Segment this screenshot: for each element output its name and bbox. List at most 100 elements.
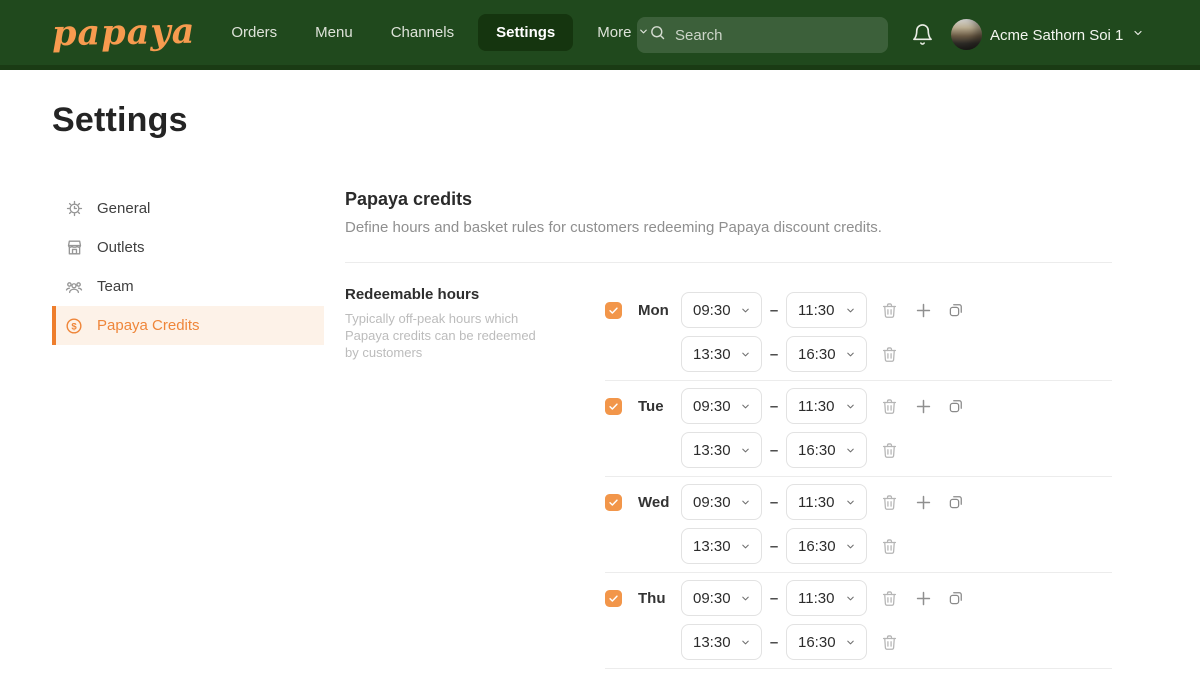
trash-icon (880, 589, 899, 608)
day-divider (605, 572, 1112, 573)
start-time-select[interactable]: 13:30 (681, 336, 762, 372)
time-value: 16:30 (798, 538, 836, 555)
main-nav: Orders Menu Channels Settings More (231, 14, 649, 51)
add-slot-button[interactable] (914, 397, 933, 416)
start-time-select[interactable]: 09:30 (681, 580, 762, 616)
delete-slot-button[interactable] (880, 589, 899, 608)
chevron-down-icon (740, 305, 751, 316)
end-time-select[interactable]: 16:30 (786, 528, 867, 564)
start-time-select[interactable]: 13:30 (681, 528, 762, 564)
end-time-select[interactable]: 11:30 (786, 388, 867, 424)
start-time-select[interactable]: 09:30 (681, 484, 762, 520)
chevron-down-icon (845, 541, 856, 552)
end-time-select[interactable]: 16:30 (786, 336, 867, 372)
chevron-down-icon (740, 401, 751, 412)
copy-day-button[interactable] (947, 493, 965, 511)
time-value: 09:30 (693, 398, 731, 415)
nav-item-orders[interactable]: Orders (231, 24, 277, 41)
top-navbar: papaya Orders Menu Channels Settings Mor… (0, 0, 1200, 70)
end-time-select[interactable]: 11:30 (786, 580, 867, 616)
delete-slot-button[interactable] (880, 345, 899, 364)
account-name: Acme Sathorn Soi 1 (990, 27, 1123, 44)
add-slot-button[interactable] (914, 301, 933, 320)
copy-day-button[interactable] (947, 301, 965, 319)
chevron-down-icon (845, 445, 856, 456)
day-checkbox[interactable] (605, 302, 622, 319)
delete-slot-button[interactable] (880, 633, 899, 652)
trash-icon (880, 537, 899, 556)
time-value: 09:30 (693, 302, 731, 319)
time-slot-row: Thu09:30–11:30 (605, 580, 1112, 616)
time-value: 11:30 (798, 494, 834, 511)
delete-slot-button[interactable] (880, 441, 899, 460)
time-value: 11:30 (798, 398, 834, 415)
range-separator: – (762, 442, 786, 459)
time-value: 13:30 (693, 442, 731, 459)
settings-sidebar: General Outlets Team $ (52, 189, 324, 345)
time-slot-row: 13:30 –16:30 (605, 432, 1112, 468)
nav-item-settings[interactable]: Settings (478, 14, 573, 51)
sidebar-item-papaya-credits[interactable]: $ Papaya Credits (52, 306, 324, 345)
end-time-select[interactable]: 11:30 (786, 484, 867, 520)
copy-day-button[interactable] (947, 589, 965, 607)
search-icon (649, 24, 666, 46)
day-checkbox[interactable] (605, 494, 622, 511)
dollar-coin-icon: $ (64, 316, 84, 336)
copy-icon (947, 493, 965, 511)
redeemable-hours-rows: Mon09:30–11:3013:30–16:30Tue09:30–11:301… (605, 292, 1112, 676)
copy-icon (947, 589, 965, 607)
sidebar-item-general[interactable]: General (52, 189, 324, 228)
day-label: Thu (638, 590, 681, 607)
add-slot-button[interactable] (914, 589, 933, 608)
papaya-credits-panel: Papaya credits Define hours and basket r… (345, 189, 1112, 263)
delete-slot-button[interactable] (880, 537, 899, 556)
nav-item-menu[interactable]: Menu (315, 24, 353, 41)
start-time-select[interactable]: 09:30 (681, 292, 762, 328)
redeemable-hours-description: Typically off-peak hours which Papaya cr… (345, 310, 537, 361)
bell-icon[interactable] (911, 23, 934, 51)
copy-icon (947, 397, 965, 415)
account-menu[interactable]: Acme Sathorn Soi 1 (990, 0, 1144, 70)
time-slot-row: Wed 09:30 –11:30 (605, 484, 1112, 520)
day-label: Wed (638, 494, 681, 511)
content-divider (345, 262, 1112, 263)
start-time-select[interactable]: 13:30 (681, 624, 762, 660)
range-separator: – (762, 494, 786, 511)
range-separator: – (762, 634, 786, 651)
time-slot-row: 13:30 –16:30 (605, 624, 1112, 660)
end-time-select[interactable]: 16:30 (786, 432, 867, 468)
day-checkbox[interactable] (605, 590, 622, 607)
sidebar-item-outlets[interactable]: Outlets (52, 228, 324, 267)
add-slot-button[interactable] (914, 493, 933, 512)
sidebar-item-label: General (97, 200, 150, 217)
plus-icon (914, 301, 933, 320)
chevron-down-icon (740, 637, 751, 648)
search-input[interactable] (675, 27, 876, 44)
chevron-down-icon (740, 497, 751, 508)
range-separator: – (762, 346, 786, 363)
trash-icon (880, 493, 899, 512)
time-value: 13:30 (693, 634, 731, 651)
delete-slot-button[interactable] (880, 493, 899, 512)
day-group: Tue09:30–11:3013:30–16:30 (605, 388, 1112, 477)
search-box[interactable] (637, 17, 888, 53)
nav-item-more-label: More (597, 24, 631, 41)
chevron-down-icon (1132, 26, 1144, 44)
delete-slot-button[interactable] (880, 397, 899, 416)
time-slot-row: Mon09:30–11:30 (605, 292, 1112, 328)
papaya-logo[interactable]: papaya (52, 14, 196, 51)
chevron-down-icon (740, 593, 751, 604)
start-time-select[interactable]: 13:30 (681, 432, 762, 468)
time-value: 13:30 (693, 346, 731, 363)
day-checkbox[interactable] (605, 398, 622, 415)
plus-icon (914, 397, 933, 416)
end-time-select[interactable]: 16:30 (786, 624, 867, 660)
copy-day-button[interactable] (947, 397, 965, 415)
avatar[interactable] (951, 19, 982, 50)
nav-item-channels[interactable]: Channels (391, 24, 454, 41)
delete-slot-button[interactable] (880, 301, 899, 320)
start-time-select[interactable]: 09:30 (681, 388, 762, 424)
sidebar-item-team[interactable]: Team (52, 267, 324, 306)
end-time-select[interactable]: 11:30 (786, 292, 867, 328)
time-value: 09:30 (693, 494, 731, 511)
